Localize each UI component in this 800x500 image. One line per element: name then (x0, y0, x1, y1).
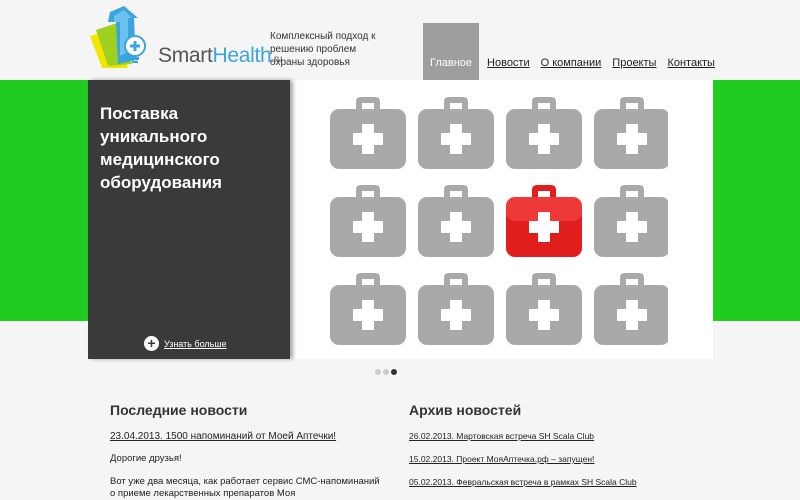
medical-kit-icon (418, 273, 494, 345)
nav-item-about[interactable]: О компании (541, 57, 602, 80)
medical-kit-icon (330, 185, 406, 257)
nav-item-contacts[interactable]: Контакты (667, 57, 715, 80)
news-paragraph: Дорогие друзья! (110, 453, 182, 464)
medical-kit-icon (594, 97, 668, 169)
archive-item-link[interactable]: 15.02.2013. Проект МояАптечка.рф – запущ… (409, 454, 669, 464)
medical-kit-icon (506, 185, 582, 257)
slider-dot[interactable] (375, 369, 381, 375)
latest-news-title: Последние новости (110, 402, 248, 418)
header: SmartHealth.ru Комплексный подход к реше… (0, 0, 800, 80)
latest-news: Последние новости 23.04.2013. 1500 напом… (110, 402, 380, 500)
logo-icon (90, 6, 146, 68)
brand-name-part2: Health (212, 44, 272, 67)
brand-name: SmartHealth.ru (158, 44, 282, 68)
news-archive-title: Архив новостей (409, 402, 522, 418)
medical-kit-icon (418, 185, 494, 257)
medical-kit-icon (506, 273, 582, 345)
banner-title: Поставка уникального медицинского оборуд… (100, 104, 222, 192)
medical-kit-icon (418, 97, 494, 169)
tagline: Комплексный подход к решению проблем охр… (270, 31, 376, 68)
medical-kit-icon (594, 273, 668, 345)
nav-item-news[interactable]: Новости (487, 57, 530, 80)
learn-more-label: Узнать больше (164, 338, 227, 349)
news-headline-link[interactable]: 23.04.2013. 1500 напоминаний от Моей Апт… (110, 431, 380, 442)
slider-dot[interactable] (383, 369, 389, 375)
medical-kit-icon (330, 273, 406, 345)
banner-text-panel: Поставка уникального медицинского оборуд… (88, 80, 290, 359)
medical-kit-grid (330, 97, 668, 345)
nav-item-main[interactable]: Главное (423, 23, 480, 80)
logo[interactable]: SmartHealth.ru (88, 6, 282, 72)
brand-name-part1: Smart (158, 44, 213, 67)
learn-more-link[interactable]: + Узнать больше (144, 336, 227, 351)
archive-item-link[interactable]: 05.02.2013. Февральская встреча в рамках… (409, 477, 669, 487)
banner-slide: Поставка уникального медицинского оборуд… (88, 80, 713, 359)
main-nav: Главное Новости О компании Проекты Конта… (423, 23, 715, 80)
nav-item-projects[interactable]: Проекты (612, 57, 656, 80)
medical-kit-icon (506, 97, 582, 169)
news-archive: Архив новостей 26.02.2013. Мартовская вс… (409, 402, 669, 500)
slider-dot[interactable] (391, 369, 397, 375)
plus-circle-icon: + (144, 336, 159, 351)
medical-kit-icon (594, 185, 668, 257)
slider-dots (375, 369, 399, 375)
news-paragraph: Вот уже два месяца, как работает сервис … (110, 476, 380, 499)
medical-kit-icon (330, 97, 406, 169)
archive-item-link[interactable]: 26.02.2013. Мартовская встреча SH Scala … (409, 431, 669, 441)
